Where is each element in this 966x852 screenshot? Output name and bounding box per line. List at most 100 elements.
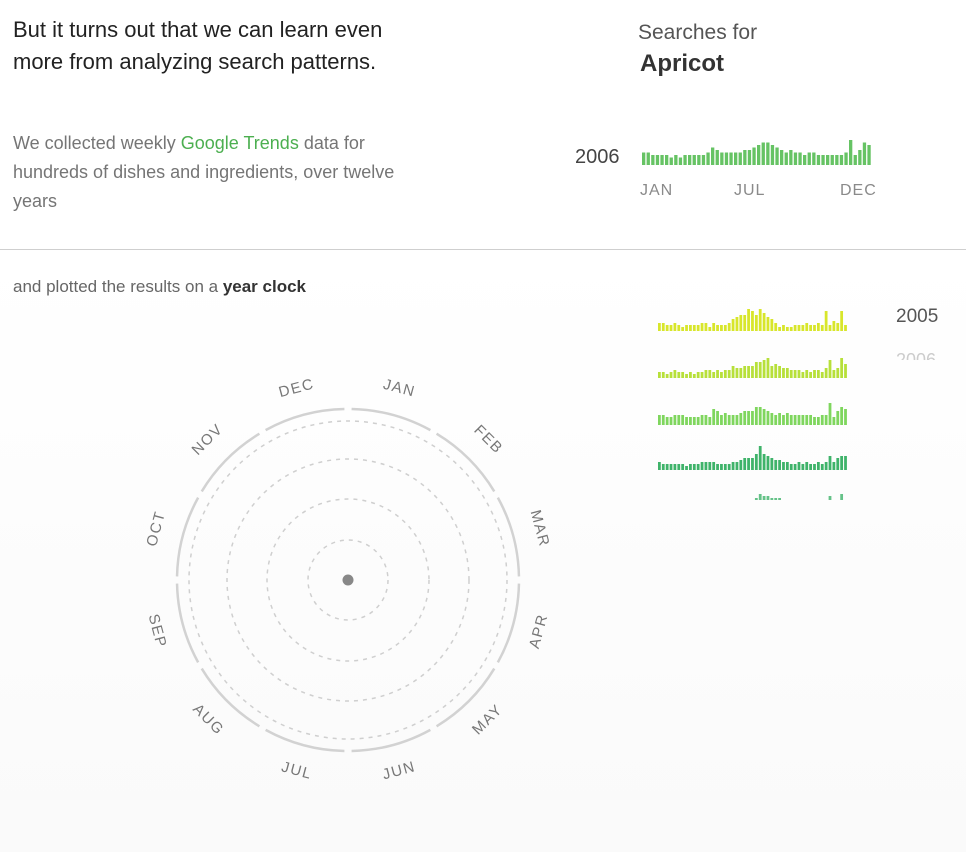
stack-bar [658,372,661,378]
stack-bar [778,498,781,500]
top-trend-chart: 2006 JAN JUL DEC [575,140,877,199]
stack-bar [832,321,836,331]
stack-bar [836,368,840,378]
stack-bar [704,462,708,470]
year-clock: JAN FEB MAR APR MAY JUN JUL AUG SEP OCT NOV DEC [143,375,553,783]
trend-bar [784,152,788,165]
stack-bar [747,411,750,425]
stack-bar [774,364,778,378]
stack-bar [782,415,785,425]
stack-bar [828,456,832,470]
stack-bar [739,413,743,425]
google-trends-link[interactable]: Google Trends [181,133,299,153]
stack-bar [661,415,665,425]
stack-bar [793,464,797,470]
stack-bar [793,370,797,378]
year-row-2009 [754,494,844,500]
trend-bar [715,150,719,165]
stack-bar [743,411,747,425]
stack-bar [813,325,816,331]
stack-bar [689,325,692,331]
clock-month-label-may: MAY [469,701,506,738]
month-label-jul: JUL [734,182,765,199]
stack-bar [809,415,813,425]
month-label-dec: DEC [840,182,877,199]
stack-bar [700,323,704,331]
stack-bar [723,370,727,378]
stack-bar [832,462,836,470]
stack-bar [785,368,789,378]
stack-bar [708,327,712,331]
stack-bar [758,309,762,331]
trend-bar [660,155,664,165]
stack-bar [801,325,805,331]
stack-bar [720,415,723,425]
stack-bar [685,325,688,331]
year-row-2007 [658,403,847,425]
year-row-2005 [658,309,847,331]
stack-bar [840,456,844,470]
clock-month-label-jul: JUL [280,758,315,782]
stack-bar [832,417,836,425]
stack-bar [762,313,766,331]
clock-month-label-dec: DEC [277,375,316,401]
trend-bar [757,145,761,165]
stack-bar [696,325,700,331]
stack-bar [696,417,700,425]
stack-bar [658,415,661,425]
stack-bar [824,368,828,378]
search-term: Apricot [640,50,724,77]
clock-month-label-jan: JAN [381,376,417,401]
trend-bar [853,155,857,165]
stack-bar [789,327,793,331]
stack-bar [793,415,797,425]
stack-bar [828,496,832,500]
stack-bar [778,413,781,425]
stack-bar [731,319,735,331]
stack-bar [712,409,716,425]
stack-bar [708,370,712,378]
stack-bar [658,323,661,331]
stack-bar [696,372,700,378]
desc-before: We collected weekly [13,133,181,153]
stack-year-label: 2005 [896,306,939,327]
stack-bar [766,358,770,378]
stack-bar [797,370,801,378]
stack-bar [723,413,727,425]
stack-bar [770,319,774,331]
stack-bar [720,372,723,378]
stack-bar [836,458,840,470]
clock-month-arc [496,583,521,663]
stack-bar [692,374,696,378]
trend-bar [678,157,683,165]
stack-bar [801,464,805,470]
trend-bar [743,150,747,165]
stack-bar [747,458,750,470]
stack-bar [677,415,681,425]
stack-bar [685,374,688,378]
stack-bar [689,464,692,470]
trend-bar [821,155,825,165]
stack-bar [669,325,673,331]
stack-bar [828,360,832,378]
stack-bar [809,464,813,470]
trend-bar [724,152,729,165]
stack-bar [720,325,723,331]
stack-bar [801,372,805,378]
stack-bar [681,415,685,425]
trend-bar [862,142,867,165]
clock-month-label-jun: JUN [381,758,418,783]
stack-bar [824,311,828,331]
trend-bar [734,152,738,165]
trend-bar [665,155,669,165]
stack-bar [669,464,673,470]
stack-bar [689,417,692,425]
trend-bar [669,157,673,165]
stack-bar [820,415,824,425]
stack-bar [735,415,739,425]
stack-bar [813,370,816,378]
stack-bar [754,362,758,378]
month-label-jan: JAN [640,182,673,199]
stack-bar [712,372,716,378]
trend-bar [830,155,834,165]
